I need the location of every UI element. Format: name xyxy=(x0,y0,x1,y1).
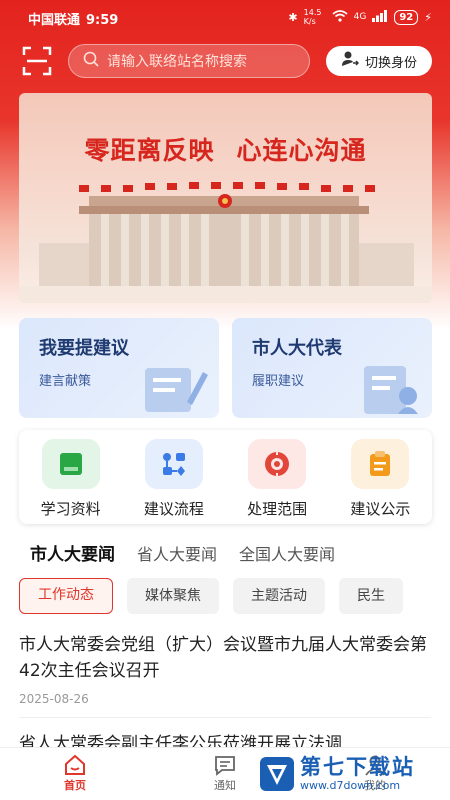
chip-theme-activities[interactable]: 主题活动 xyxy=(233,578,325,614)
switch-identity-label: 切换身份 xyxy=(364,55,417,71)
quick-link-scope[interactable]: 处理范围 xyxy=(227,439,327,524)
network-speed: 14.5 K/s xyxy=(303,8,322,26)
target-icon xyxy=(265,449,290,479)
quick-link-label: 处理范围 xyxy=(247,500,308,518)
divider xyxy=(19,717,431,718)
carrier-time: 中国联通 9:59 xyxy=(28,9,118,28)
clipboard-icon xyxy=(370,451,391,476)
flow-icon xyxy=(162,453,185,476)
article-title: 市人大常委会党组（扩大）会议暨市九届人大常委会第42次主任会议召开 xyxy=(19,635,427,681)
watermark-text: 第七下载站 xyxy=(300,755,415,780)
home-icon xyxy=(65,754,85,775)
tab-city-news[interactable]: 市人大要闻 xyxy=(30,540,115,565)
document-pen-icon xyxy=(145,368,208,412)
quick-link-public-notice[interactable]: 建议公示 xyxy=(330,439,430,524)
battery-indicator: 92 xyxy=(394,9,419,25)
banner[interactable]: 零距离反映 心连心沟通 xyxy=(19,93,432,303)
search-icon xyxy=(83,51,99,71)
deputy-document-icon xyxy=(364,366,418,414)
banner-slogan: 零距离反映 心连心沟通 xyxy=(19,131,432,167)
status-icons: ✱ 14.5 K/s 4G 92 ⚡ xyxy=(288,8,432,26)
quick-link-icon-bg xyxy=(351,439,410,489)
nav-label: 通知 xyxy=(214,779,236,792)
signal-icon xyxy=(372,9,388,25)
top-bar: 请输入联络站名称搜索 切换身份 xyxy=(0,42,450,82)
quick-link-suggestion-process[interactable]: 建议流程 xyxy=(124,439,224,524)
news-article[interactable]: 市人大常委会党组（扩大）会议暨市九届人大常委会第42次主任会议召开 2025-0… xyxy=(19,632,431,706)
user-switch-icon xyxy=(341,50,360,72)
wifi-icon xyxy=(332,9,348,25)
tab-province-news[interactable]: 省人大要闻 xyxy=(137,541,217,565)
news-tabs: 市人大要闻 省人大要闻 全国人大要闻 xyxy=(30,540,335,565)
status-bar: 中国联通 9:59 ✱ 14.5 K/s 4G 92 ⚡ xyxy=(0,0,450,34)
search-placeholder: 请输入联络站名称搜索 xyxy=(107,54,247,70)
slogan-part-2: 心连心沟通 xyxy=(236,136,367,165)
quick-link-label: 学习资料 xyxy=(40,500,101,518)
nav-home[interactable]: 首页 xyxy=(40,753,110,793)
switch-identity-button[interactable]: 切换身份 xyxy=(326,46,432,76)
quick-links: 学习资料 建议流程 处理范围 建议公示 xyxy=(19,430,432,524)
carrier-label: 中国联通 xyxy=(28,13,81,28)
book-icon xyxy=(59,453,82,475)
quick-link-icon-bg xyxy=(144,439,203,489)
quick-link-label: 建议公示 xyxy=(350,500,411,518)
chip-work-updates[interactable]: 工作动态 xyxy=(19,578,113,614)
great-hall-illustration xyxy=(19,182,432,303)
charging-icon: ⚡ xyxy=(424,10,432,24)
bluetooth-icon: ✱ xyxy=(288,10,298,24)
quick-link-icon-bg xyxy=(41,439,100,489)
nav-notice[interactable]: 通知 xyxy=(190,753,260,793)
quick-link-study-materials[interactable]: 学习资料 xyxy=(21,439,121,524)
card-title: 市人大代表 xyxy=(252,338,342,359)
watermark-logo xyxy=(260,757,294,791)
nav-label: 首页 xyxy=(64,779,86,792)
article-date: 2025-08-26 xyxy=(19,692,89,706)
slogan-part-1: 零距离反映 xyxy=(84,136,215,165)
quick-link-label: 建议流程 xyxy=(143,500,204,518)
search-input[interactable]: 请输入联络站名称搜索 xyxy=(68,44,310,78)
tab-national-news[interactable]: 全国人大要闻 xyxy=(239,541,335,565)
card-title: 我要提建议 xyxy=(39,338,129,359)
watermark: 第七下载站 www.d7down.com xyxy=(258,748,450,800)
chip-media-focus[interactable]: 媒体聚焦 xyxy=(127,578,219,614)
chip-livelihood[interactable]: 民生 xyxy=(339,578,403,614)
clock: 9:59 xyxy=(86,13,119,28)
card-submit-suggestion[interactable]: 我要提建议 建言献策 xyxy=(19,318,219,418)
scan-icon[interactable] xyxy=(22,46,52,76)
card-city-deputy[interactable]: 市人大代表 履职建议 xyxy=(232,318,432,418)
signal-type: 4G xyxy=(353,12,367,22)
category-chips: 工作动态 媒体聚焦 主题活动 民生 xyxy=(19,578,450,614)
quick-link-icon-bg xyxy=(248,439,307,489)
watermark-url: www.d7down.com xyxy=(300,778,401,792)
message-icon xyxy=(215,756,235,776)
